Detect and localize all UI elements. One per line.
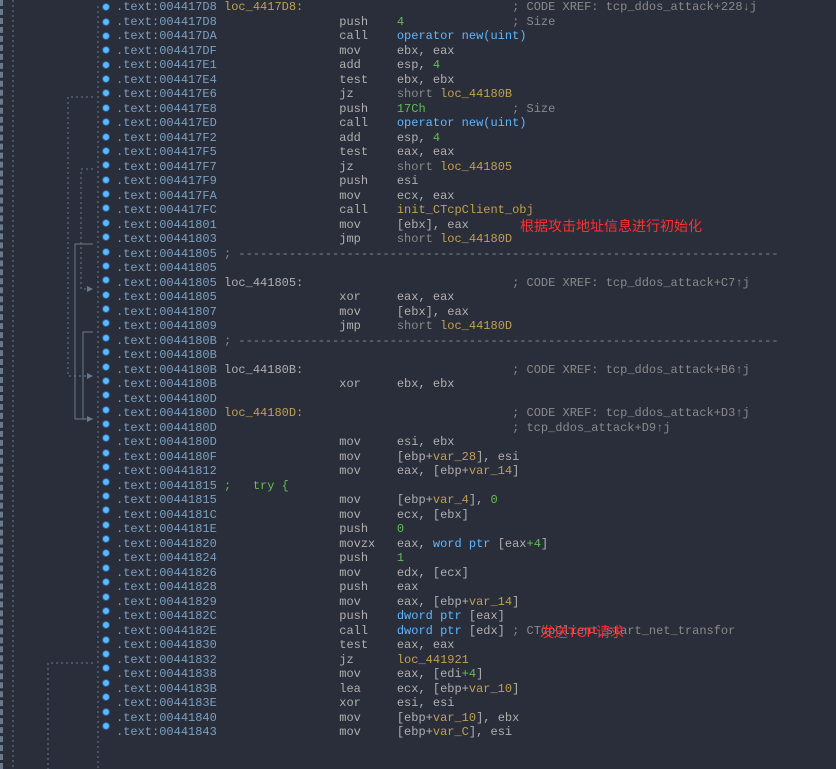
- code-line[interactable]: .text:0044180B loc_44180B: ; CODE XREF: …: [116, 363, 836, 378]
- code-line[interactable]: .text:0044180D mov esi, ebx: [116, 435, 836, 450]
- code-line[interactable]: .text:00441815 mov [ebp+var_4], 0: [116, 493, 836, 508]
- code-line[interactable]: .text:00441829 mov eax, [ebp+var_14]: [116, 595, 836, 610]
- code-line[interactable]: .text:004417FC call init_CTcpClient_obj: [116, 203, 836, 218]
- code-line[interactable]: .text:00441809 jmp short loc_44180D: [116, 319, 836, 334]
- annotation-init: 根据攻击地址信息进行初始化: [520, 216, 702, 236]
- code-listing[interactable]: .text:004417D8 loc_4417D8: ; CODE XREF: …: [112, 0, 836, 769]
- disassembly-view: .text:004417D8 loc_4417D8: ; CODE XREF: …: [0, 0, 836, 769]
- code-line[interactable]: .text:00441824 push 1: [116, 551, 836, 566]
- code-line[interactable]: .text:004417F7 jz short loc_441805: [116, 160, 836, 175]
- code-line[interactable]: .text:00441803 jmp short loc_44180D: [116, 232, 836, 247]
- code-line[interactable]: .text:00441828 push eax: [116, 580, 836, 595]
- code-line[interactable]: .text:00441805 ; -----------------------…: [116, 247, 836, 262]
- code-line[interactable]: .text:00441830 test eax, eax: [116, 638, 836, 653]
- code-line[interactable]: .text:00441812 mov eax, [ebp+var_14]: [116, 464, 836, 479]
- code-line[interactable]: .text:00441807 mov [ebx], eax: [116, 305, 836, 320]
- annotation-tcp-request: 发送TCP请求: [540, 622, 624, 642]
- code-line[interactable]: .text:004417D8 push 4 ; Size: [116, 15, 836, 30]
- code-line[interactable]: .text:00441805: [116, 261, 836, 276]
- code-line[interactable]: .text:00441840 mov [ebp+var_10], ebx: [116, 711, 836, 726]
- flow-arrows-svg: [3, 0, 105, 769]
- code-line[interactable]: .text:004417E6 jz short loc_44180B: [116, 87, 836, 102]
- code-line[interactable]: .text:00441820 movzx eax, word ptr [eax+…: [116, 537, 836, 552]
- code-line[interactable]: .text:004417E8 push 17Ch ; Size: [116, 102, 836, 117]
- code-line[interactable]: .text:004417F5 test eax, eax: [116, 145, 836, 160]
- code-line[interactable]: .text:0044183E xor esi, esi: [116, 696, 836, 711]
- code-line[interactable]: .text:00441832 jz loc_441921: [116, 653, 836, 668]
- code-line[interactable]: .text:0044181E push 0: [116, 522, 836, 537]
- code-line[interactable]: .text:0044182E call dword ptr [edx] ; CT…: [116, 624, 836, 639]
- code-line[interactable]: .text:00441838 mov eax, [edi+4]: [116, 667, 836, 682]
- code-line[interactable]: .text:0044182C push dword ptr [eax]: [116, 609, 836, 624]
- flow-arrows-gutter: [0, 0, 102, 769]
- code-line[interactable]: .text:00441815 ; try {: [116, 479, 836, 494]
- code-line[interactable]: .text:004417DF mov ebx, eax: [116, 44, 836, 59]
- code-line[interactable]: .text:0044180B xor ebx, ebx: [116, 377, 836, 392]
- code-line[interactable]: .text:0044181C mov ecx, [ebx]: [116, 508, 836, 523]
- code-line[interactable]: .text:004417ED call operator new(uint): [116, 116, 836, 131]
- code-line[interactable]: .text:0044180D ; tcp_ddos_attack+D9↑j: [116, 421, 836, 436]
- code-line[interactable]: .text:00441805 loc_441805: ; CODE XREF: …: [116, 276, 836, 291]
- code-line[interactable]: .text:004417DA call operator new(uint): [116, 29, 836, 44]
- code-line[interactable]: .text:004417E4 test ebx, ebx: [116, 73, 836, 88]
- code-line[interactable]: .text:004417FA mov ecx, eax: [116, 189, 836, 204]
- code-line[interactable]: .text:0044180D: [116, 392, 836, 407]
- code-line[interactable]: .text:004417D8 loc_4417D8: ; CODE XREF: …: [116, 0, 836, 15]
- code-line[interactable]: .text:0044180B: [116, 348, 836, 363]
- code-line[interactable]: .text:00441805 xor eax, eax: [116, 290, 836, 305]
- code-line[interactable]: .text:00441826 mov edx, [ecx]: [116, 566, 836, 581]
- code-line[interactable]: .text:0044180D loc_44180D: ; CODE XREF: …: [116, 406, 836, 421]
- code-line[interactable]: .text:00441801 mov [ebx], eax: [116, 218, 836, 233]
- code-line[interactable]: .text:004417F2 add esp, 4: [116, 131, 836, 146]
- code-line[interactable]: .text:0044180F mov [ebp+var_28], esi: [116, 450, 836, 465]
- code-line[interactable]: .text:004417E1 add esp, 4: [116, 58, 836, 73]
- code-line[interactable]: .text:00441843 mov [ebp+var_C], esi: [116, 725, 836, 740]
- code-line[interactable]: .text:0044180B ; -----------------------…: [116, 334, 836, 349]
- code-line[interactable]: .text:0044183B lea ecx, [ebp+var_10]: [116, 682, 836, 697]
- code-line[interactable]: .text:004417F9 push esi: [116, 174, 836, 189]
